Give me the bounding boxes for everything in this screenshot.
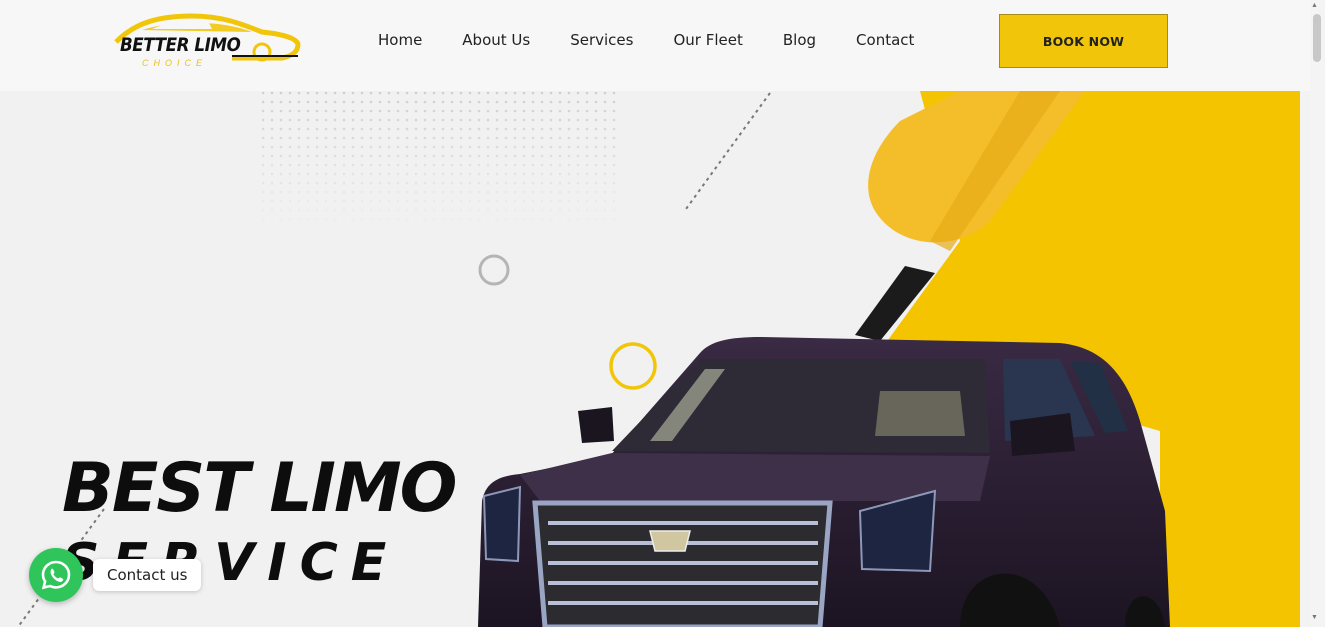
- whatsapp-icon: [41, 560, 71, 590]
- whatsapp-chat-button[interactable]: [29, 548, 83, 602]
- hero-title-line1: BEST LIMO: [62, 449, 457, 528]
- nav-home[interactable]: Home: [378, 31, 422, 49]
- main-nav: Home About Us Services Our Fleet Blog Co…: [378, 31, 954, 49]
- nav-services[interactable]: Services: [570, 31, 633, 49]
- brand-tagline: CHOICE: [142, 58, 208, 68]
- hero-banner: BEST LIMO SERVICE: [0, 91, 1300, 627]
- brand-name: BETTER LIMO: [120, 34, 241, 56]
- nav-our-fleet[interactable]: Our Fleet: [673, 31, 742, 49]
- contact-us-label[interactable]: Contact us: [93, 559, 202, 591]
- nav-blog[interactable]: Blog: [783, 31, 816, 49]
- book-now-button[interactable]: BOOK NOW: [999, 14, 1168, 68]
- brand-logo[interactable]: BETTER LIMO CHOICE: [112, 12, 304, 74]
- nav-about-us[interactable]: About Us: [462, 31, 530, 49]
- scroll-down-arrow-icon[interactable]: ▼: [1311, 614, 1318, 621]
- nav-contact[interactable]: Contact: [856, 31, 914, 49]
- scroll-up-arrow-icon[interactable]: ▲: [1311, 2, 1318, 9]
- page-scrollbar[interactable]: [1310, 0, 1325, 627]
- site-header: BETTER LIMO CHOICE Home About Us Service…: [0, 0, 1310, 91]
- scrollbar-thumb[interactable]: [1313, 14, 1321, 62]
